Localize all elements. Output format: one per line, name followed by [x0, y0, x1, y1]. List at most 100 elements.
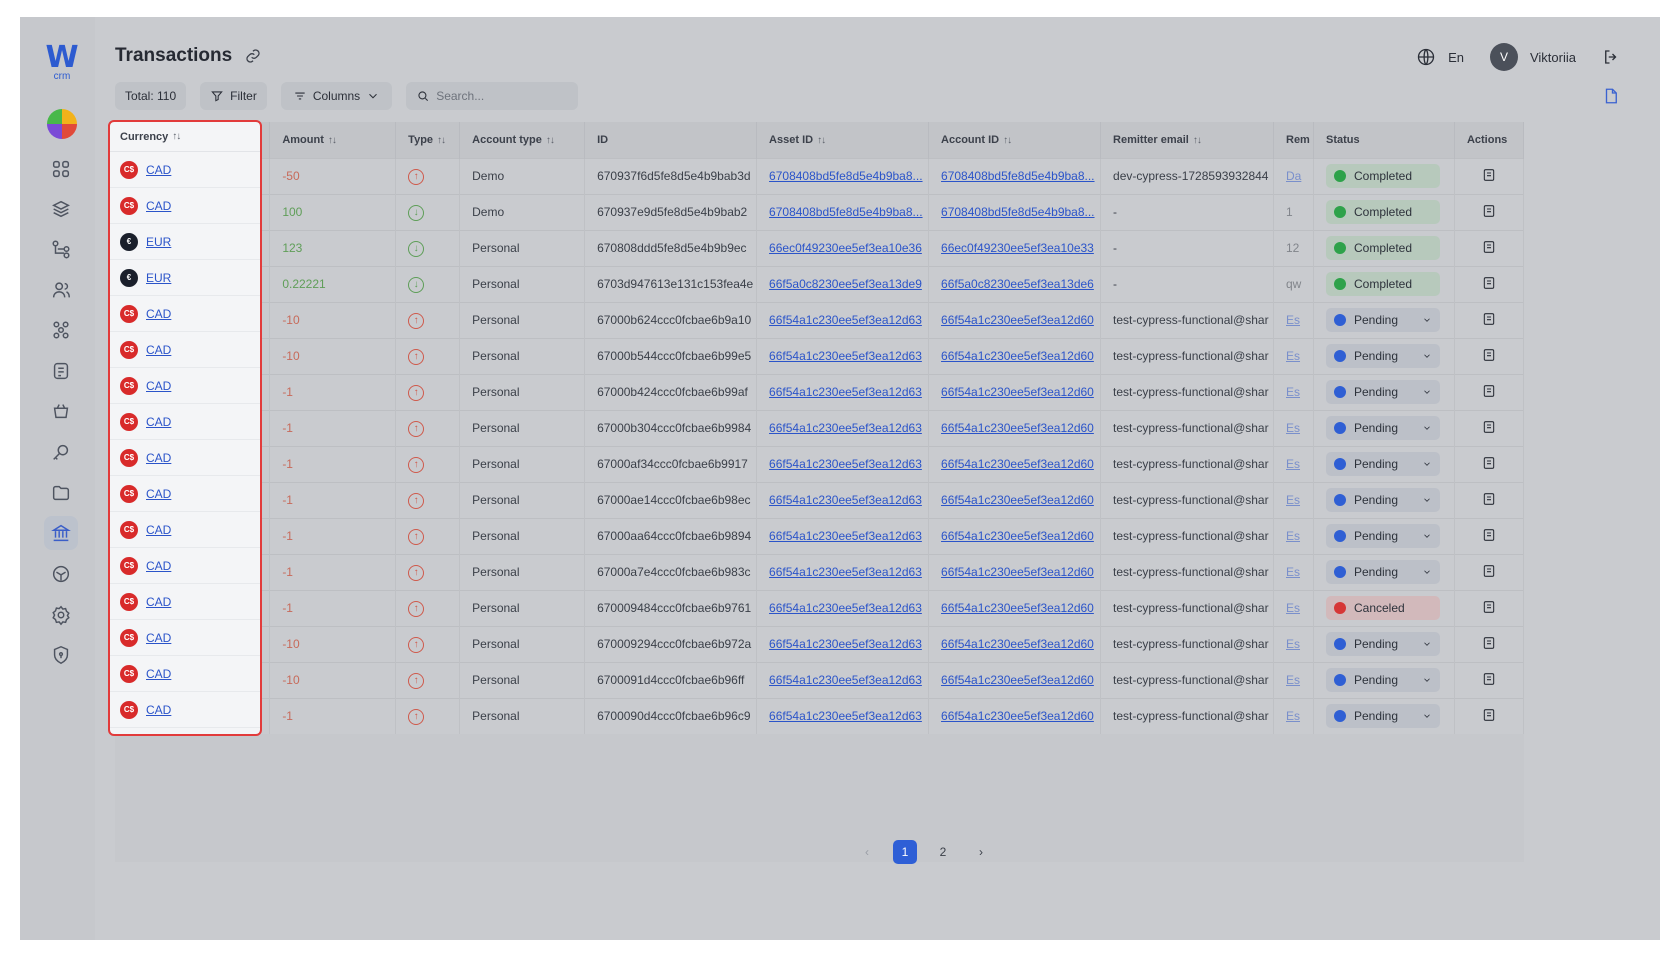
details-document-icon[interactable]: [1481, 599, 1497, 615]
logout-icon[interactable]: [1602, 48, 1620, 66]
account-id-link[interactable]: 66f5a0c8230ee5ef3ea13de6: [941, 277, 1094, 291]
language-label[interactable]: En: [1448, 50, 1464, 65]
nav-box-icon[interactable]: [44, 557, 78, 591]
page-1[interactable]: 1: [893, 840, 917, 864]
table-row[interactable]: -10 ↑ Personal 6700091d4ccc0fcbae6b96ff 66f5…: [115, 661, 1525, 698]
nav-layers-icon[interactable]: [44, 192, 78, 226]
chevron-down-icon[interactable]: [1422, 711, 1432, 721]
asset-id-link[interactable]: 66f54a1c230ee5ef3ea12d63: [769, 313, 922, 327]
column-header[interactable]: Amount ↑↓: [269, 122, 397, 158]
details-document-icon[interactable]: [1481, 383, 1497, 399]
nav-grid-icon[interactable]: [44, 152, 78, 186]
sort-icon[interactable]: ↑↓: [817, 135, 826, 146]
column-header[interactable]: Account type ↑↓: [459, 122, 586, 158]
account-id-link[interactable]: 66f54a1c230ee5ef3ea12d60: [941, 529, 1094, 543]
status-badge[interactable]: Pending: [1325, 452, 1440, 476]
status-badge[interactable]: Pending: [1325, 524, 1440, 548]
status-badge[interactable]: Pending: [1325, 632, 1440, 656]
account-id-link[interactable]: 66f54a1c230ee5ef3ea12d60: [941, 673, 1094, 687]
account-id-link[interactable]: 66f54a1c230ee5ef3ea12d60: [941, 313, 1094, 327]
status-badge[interactable]: Pending: [1325, 704, 1440, 729]
asset-id-link[interactable]: 66f5a0c8230ee5ef3ea13de9: [769, 277, 922, 291]
account-id-link[interactable]: 66f54a1c230ee5ef3ea12d60: [941, 637, 1094, 651]
table-row[interactable]: -1 ↑ Personal 67000a7e4ccc0fcbae6b983c 66f54…: [115, 553, 1525, 590]
next-page-icon[interactable]: ›: [969, 840, 993, 864]
page-2[interactable]: 2: [931, 840, 955, 864]
nav-key-icon[interactable]: [44, 435, 78, 469]
share-link-icon[interactable]: [245, 48, 261, 64]
account-id-link[interactable]: 6708408bd5fe8d5e4b9ba8...: [941, 205, 1095, 219]
status-badge[interactable]: Pending: [1325, 488, 1440, 512]
asset-id-link[interactable]: 66f54a1c230ee5ef3ea12d63: [769, 673, 922, 687]
details-document-icon[interactable]: [1481, 419, 1497, 435]
user-name[interactable]: Viktoriia: [1530, 50, 1576, 65]
asset-id-link[interactable]: 66f54a1c230ee5ef3ea12d63: [769, 637, 922, 651]
details-document-icon[interactable]: [1481, 563, 1497, 579]
chevron-down-icon[interactable]: [1422, 423, 1432, 433]
table-row[interactable]: -50 ↑ Demo 670937f6d5fe8d5e4b9bab3d 6708408b…: [115, 157, 1525, 194]
table-row[interactable]: 0.22221 ↓ Personal 6703d947613e131c153fea4e…: [115, 265, 1525, 302]
sort-icon[interactable]: ↑↓: [546, 135, 555, 146]
nav-folder-icon[interactable]: [44, 476, 78, 510]
sort-icon[interactable]: ↑↓: [328, 135, 337, 146]
account-id-link[interactable]: 66f54a1c230ee5ef3ea12d60: [941, 421, 1094, 435]
sort-icon[interactable]: ↑↓: [1003, 135, 1012, 146]
chevron-down-icon[interactable]: [1422, 495, 1432, 505]
status-badge[interactable]: Pending: [1325, 344, 1440, 368]
status-badge[interactable]: Pending: [1325, 380, 1440, 404]
account-id-link[interactable]: 66f54a1c230ee5ef3ea12d60: [941, 709, 1094, 723]
details-document-icon[interactable]: [1481, 707, 1497, 723]
sort-icon[interactable]: ↑↓: [1193, 135, 1202, 146]
table-row[interactable]: -1 ↑ Personal 670009484ccc0fcbae6b9761 66f54…: [115, 589, 1525, 626]
table-row[interactable]: 100 ↓ Demo 670937e9d5fe8d5e4b9bab2 6708408bd…: [115, 193, 1525, 230]
chevron-down-icon[interactable]: [1422, 351, 1432, 361]
column-header[interactable]: Account ID ↑↓: [928, 122, 1102, 158]
account-id-link[interactable]: 66f54a1c230ee5ef3ea12d60: [941, 493, 1094, 507]
table-row[interactable]: -1 ↑ Personal 67000af34ccc0fcbae6b9917 66f54…: [115, 445, 1525, 482]
nav-notes-icon[interactable]: [44, 354, 78, 388]
asset-id-link[interactable]: 6708408bd5fe8d5e4b9ba8...: [769, 205, 923, 219]
column-header[interactable]: Remitter email ↑↓: [1100, 122, 1274, 158]
nav-bank-icon[interactable]: [44, 516, 78, 550]
account-id-link[interactable]: 6708408bd5fe8d5e4b9ba8...: [941, 169, 1095, 183]
nav-network-icon[interactable]: [44, 313, 78, 347]
asset-id-link[interactable]: 66f54a1c230ee5ef3ea12d63: [769, 565, 922, 579]
sort-icon[interactable]: ↑↓: [437, 135, 446, 146]
chevron-down-icon[interactable]: [1422, 675, 1432, 685]
table-row[interactable]: -1 ↑ Personal 67000aa64ccc0fcbae6b9894 66f54…: [115, 517, 1525, 554]
asset-id-link[interactable]: 6708408bd5fe8d5e4b9ba8...: [769, 169, 923, 183]
filter-button[interactable]: Filter: [200, 82, 267, 110]
table-row[interactable]: 123 ↓ Personal 670808ddd5fe8d5e4b9b9ec 66ec0…: [115, 229, 1525, 266]
status-badge[interactable]: Pending: [1325, 560, 1440, 584]
chevron-down-icon[interactable]: [1422, 531, 1432, 541]
search-input[interactable]: Search...: [406, 82, 579, 110]
details-document-icon[interactable]: [1481, 347, 1497, 363]
details-document-icon[interactable]: [1481, 671, 1497, 687]
table-row[interactable]: -10 ↑ Personal 67000b544ccc0fcbae6b99e5 66f5…: [115, 337, 1525, 374]
details-document-icon[interactable]: [1481, 455, 1497, 471]
table-row[interactable]: -1 ↑ Personal 67000ae14ccc0fcbae6b98ec 66f54…: [115, 481, 1525, 518]
details-document-icon[interactable]: [1481, 167, 1497, 183]
avatar[interactable]: V: [1489, 43, 1518, 71]
details-document-icon[interactable]: [1481, 491, 1497, 507]
chevron-down-icon[interactable]: [1422, 459, 1432, 469]
table-row[interactable]: -10 ↑ Personal 67000b624ccc0fcbae6b9a10 66f5…: [115, 301, 1525, 338]
chevron-down-icon[interactable]: [1422, 567, 1432, 577]
status-badge[interactable]: Pending: [1325, 416, 1440, 440]
nav-users-icon[interactable]: [44, 273, 78, 307]
table-row[interactable]: -10 ↑ Personal 670009294ccc0fcbae6b972a 66f5…: [115, 625, 1525, 662]
account-id-link[interactable]: 66ec0f49230ee5ef3ea10e33: [941, 241, 1094, 255]
account-id-link[interactable]: 66f54a1c230ee5ef3ea12d60: [941, 385, 1094, 399]
nav-hierarchy-icon[interactable]: [44, 232, 78, 266]
account-id-link[interactable]: 66f54a1c230ee5ef3ea12d60: [941, 457, 1094, 471]
nav-settings-icon[interactable]: [44, 598, 78, 632]
status-badge[interactable]: Pending: [1325, 668, 1440, 692]
account-id-link[interactable]: 66f54a1c230ee5ef3ea12d60: [941, 601, 1094, 615]
table-row[interactable]: -1 ↑ Personal 6700090d4ccc0fcbae6b96c9 66f54…: [115, 697, 1525, 734]
export-document-icon[interactable]: [1602, 87, 1620, 105]
column-header[interactable]: Asset ID ↑↓: [756, 122, 930, 158]
details-document-icon[interactable]: [1481, 239, 1497, 255]
nav-basket-icon[interactable]: [44, 394, 78, 428]
chevron-down-icon[interactable]: [1422, 315, 1432, 325]
details-document-icon[interactable]: [1481, 275, 1497, 291]
